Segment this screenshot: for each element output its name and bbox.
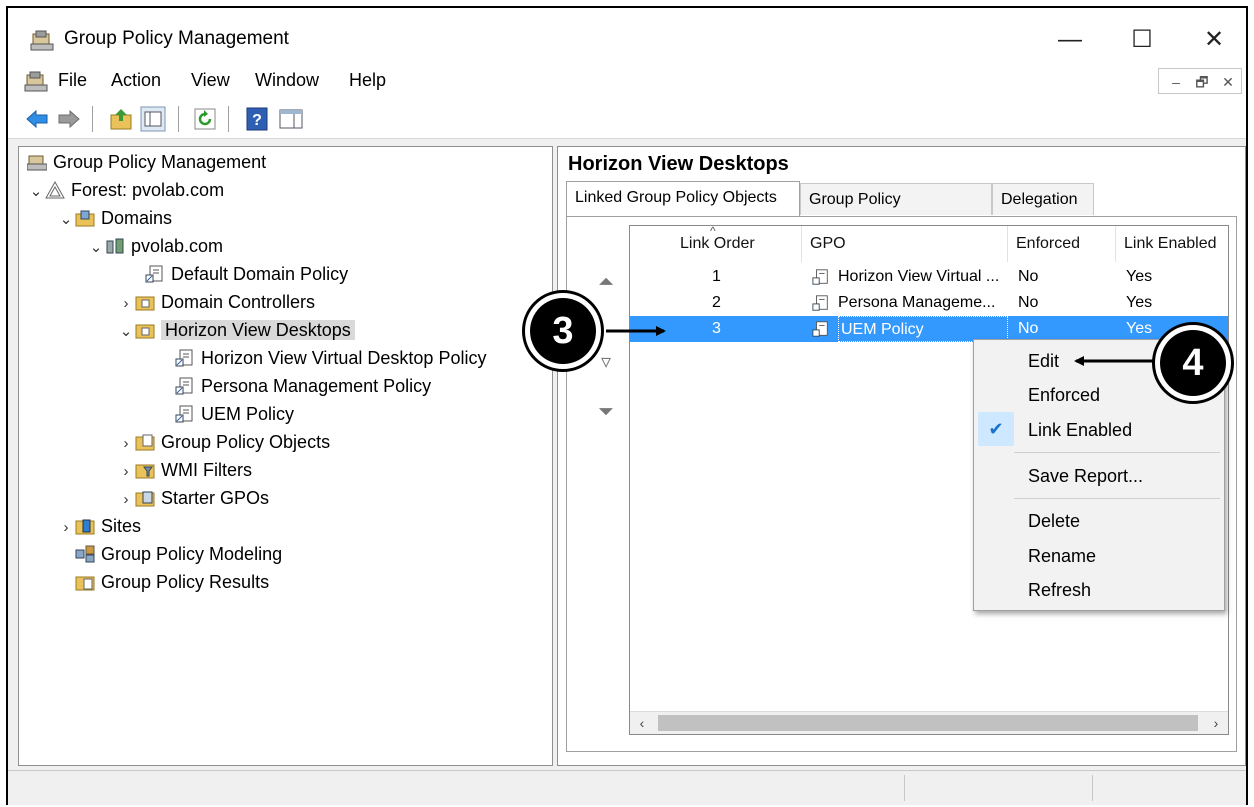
callout-number: 3 xyxy=(530,298,596,364)
callout-arrows xyxy=(606,326,1156,366)
callout-step-3: 3 xyxy=(522,290,604,372)
callout-number: 4 xyxy=(1160,330,1226,396)
callout-step-4: 4 xyxy=(1152,322,1234,404)
